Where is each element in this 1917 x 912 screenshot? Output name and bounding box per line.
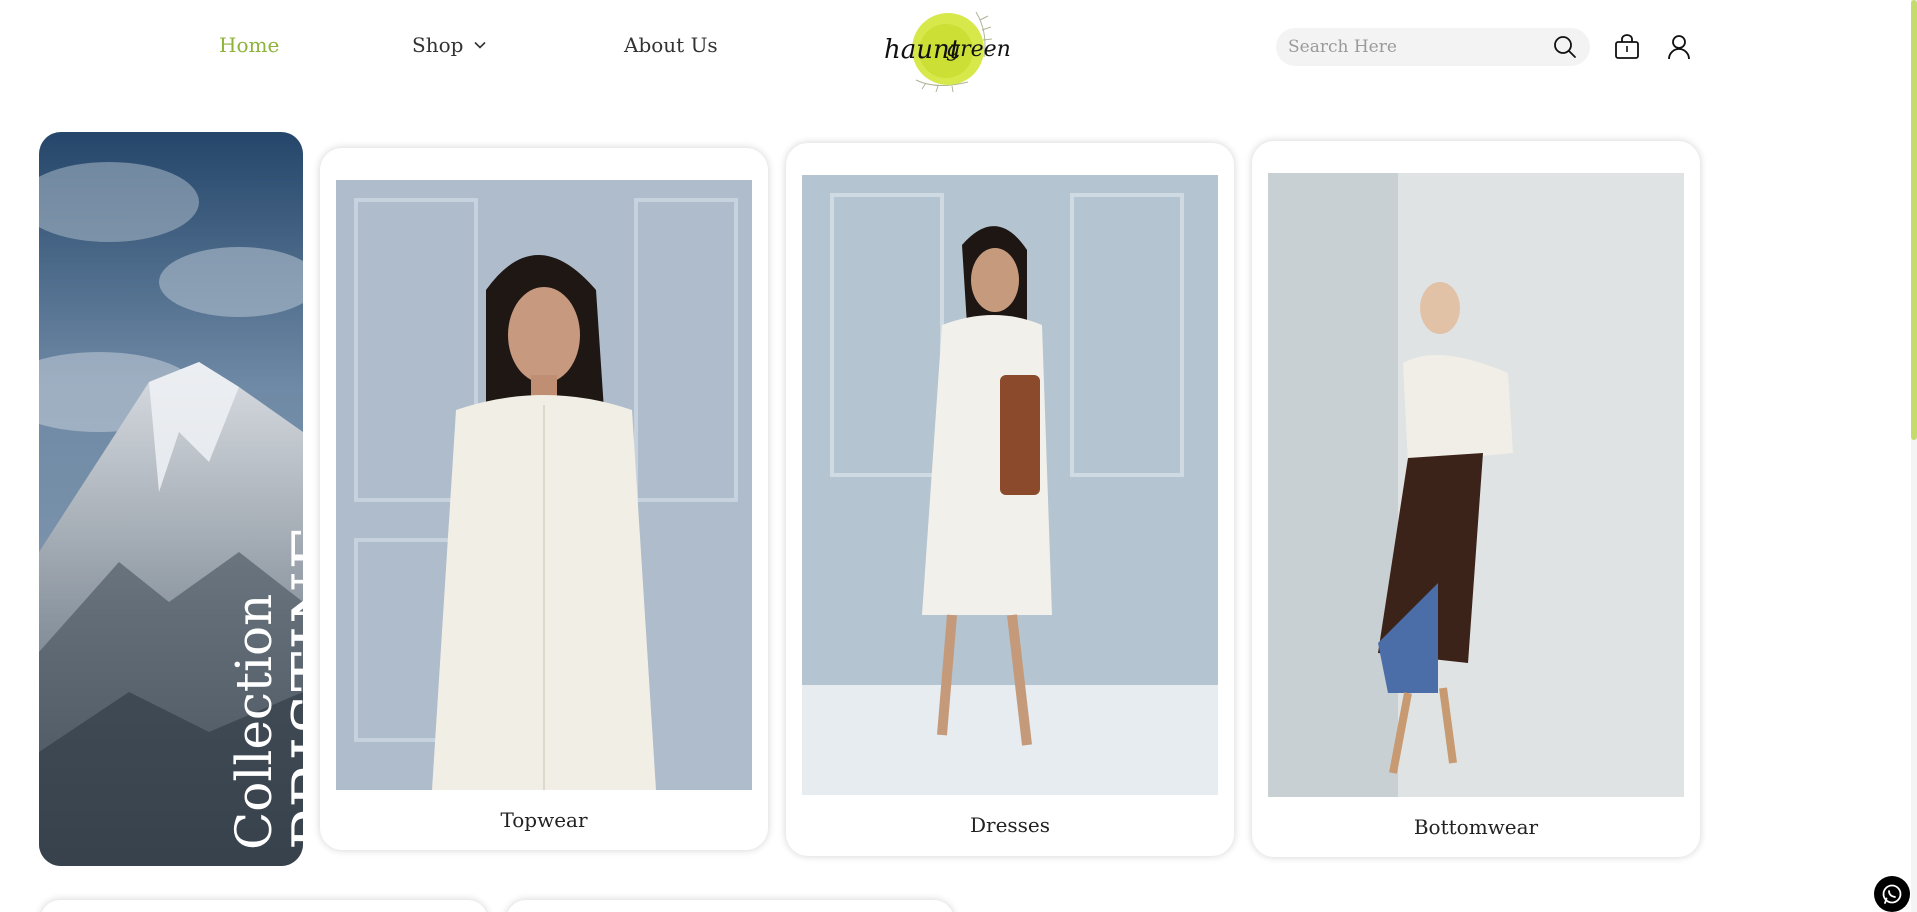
category-label-topwear: Topwear — [500, 808, 588, 832]
chevron-down-icon — [474, 41, 487, 49]
category-card-peek[interactable] — [506, 900, 954, 912]
category-card-peek[interactable] — [40, 900, 488, 912]
search-icon[interactable] — [1552, 34, 1578, 60]
nav-about-link[interactable]: About Us — [624, 33, 718, 57]
dresses-image — [802, 175, 1218, 795]
nav-shop-menu[interactable]: Shop — [412, 33, 487, 57]
bottomwear-image — [1268, 173, 1684, 797]
whatsapp-chat-button[interactable] — [1874, 876, 1910, 912]
category-label-bottomwear: Bottomwear — [1413, 815, 1539, 839]
topwear-image — [336, 180, 752, 790]
whatsapp-icon — [1882, 884, 1902, 904]
search-bar — [1276, 28, 1590, 66]
banner-title: Collection PRISTINE — [225, 523, 303, 850]
brand-logo[interactable]: haunt green — [876, 2, 1016, 93]
svg-text:green: green — [946, 37, 1011, 62]
search-input[interactable] — [1288, 37, 1552, 57]
category-card-bottomwear[interactable]: Bottomwear — [1252, 141, 1700, 857]
cart-icon[interactable] — [1613, 33, 1641, 61]
category-card-topwear[interactable]: Topwear — [320, 148, 768, 850]
banner-label-small: Collection — [225, 593, 283, 850]
user-icon[interactable] — [1666, 33, 1692, 61]
scrollbar-thumb[interactable] — [1911, 0, 1917, 440]
nav-home-link[interactable]: Home — [219, 33, 279, 57]
category-label-dresses: Dresses — [969, 813, 1051, 837]
nav-shop-label: Shop — [412, 33, 464, 57]
banner-label-big: PRISTINE — [280, 523, 303, 850]
category-card-dresses[interactable]: Dresses — [786, 143, 1234, 856]
collection-banner[interactable]: Collection PRISTINE — [39, 132, 303, 866]
